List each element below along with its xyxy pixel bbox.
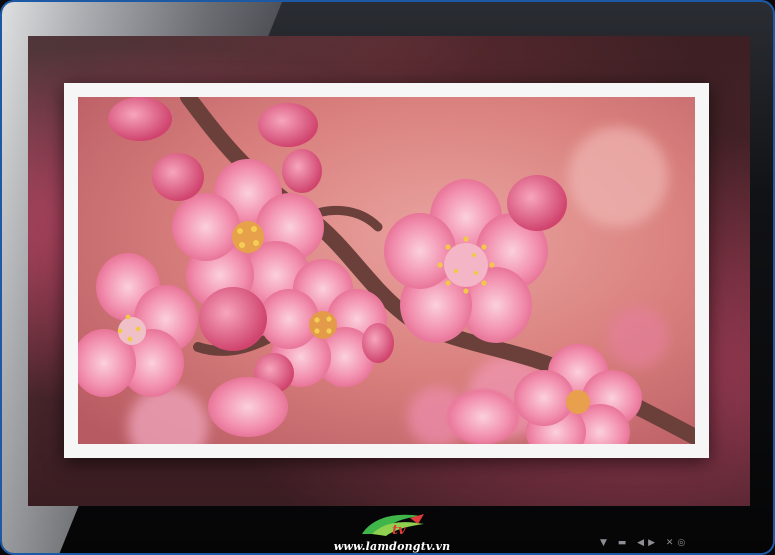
tv-control-buttons: ▼ ▬ ◀▶ ✕◎ <box>600 538 690 548</box>
channel-url: www.lamdongtv.vn <box>333 540 451 553</box>
tv-frame: tv www.lamdongtv.vn ▼ ▬ ◀▶ ✕◎ <box>0 0 775 555</box>
lamdong-tv-logo-icon: tv <box>362 514 424 538</box>
photo-frame <box>64 83 709 458</box>
channel-logo: tv www.lamdongtv.vn <box>332 510 452 553</box>
svg-text:tv: tv <box>392 523 406 538</box>
blossom-photo <box>78 97 695 444</box>
blossom-photo-svg <box>78 97 695 444</box>
